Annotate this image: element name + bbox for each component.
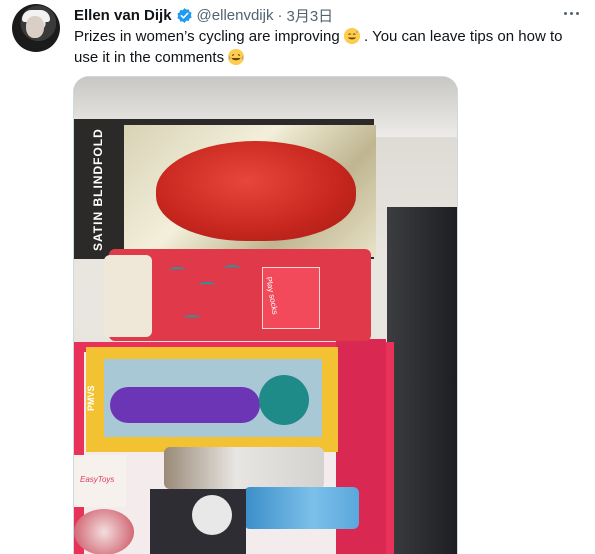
sock-pattern-squiggle	[184, 315, 200, 321]
tears-of-joy-emoji-icon	[228, 49, 245, 65]
sweat-smile-emoji-icon	[343, 28, 360, 44]
small-box: EasyToys	[74, 455, 126, 507]
blue-bottle	[244, 487, 359, 529]
car-interior-background	[387, 207, 457, 554]
teal-toy-head	[259, 375, 309, 425]
author-name[interactable]: Ellen van Dijk	[74, 7, 172, 24]
round-package	[74, 509, 134, 554]
small-box-label: EasyToys	[80, 475, 115, 484]
blindfold-label: SATIN BLINDFOLD	[91, 128, 105, 251]
more-options-icon[interactable]	[559, 4, 583, 22]
red-satin-mask	[156, 141, 356, 241]
tweet-text-part1: Prizes in women’s cycling are improving	[74, 28, 344, 45]
sock-pattern-squiggle	[199, 282, 215, 288]
purple-toy	[110, 387, 260, 423]
silver-bottle	[164, 447, 324, 489]
tweet-text: Prizes in women’s cycling are improving …	[74, 26, 579, 68]
tweet-photo[interactable]: SATIN BLINDFOLD Play socks PMVS EasyToys	[73, 76, 458, 554]
tweet-header: Ellen van Dijk @ellenvdijk · 3月3日	[74, 5, 333, 25]
verified-badge-icon	[176, 7, 193, 24]
avatar[interactable]	[12, 4, 60, 52]
toy-box-label: PMVS	[86, 385, 96, 411]
author-handle[interactable]: @ellenvdijk	[197, 7, 274, 24]
separator-dot: ·	[277, 6, 283, 24]
socks-cuff	[104, 255, 152, 337]
sock-pattern-squiggle	[224, 265, 240, 271]
sock-pattern-squiggle	[169, 267, 185, 273]
avatar-face	[26, 16, 44, 38]
tweet-date[interactable]: 3月3日	[286, 5, 333, 26]
card-face-print	[192, 495, 232, 535]
socks-tag: Play socks	[262, 267, 320, 329]
socks-tag-label: Play socks	[264, 276, 280, 316]
